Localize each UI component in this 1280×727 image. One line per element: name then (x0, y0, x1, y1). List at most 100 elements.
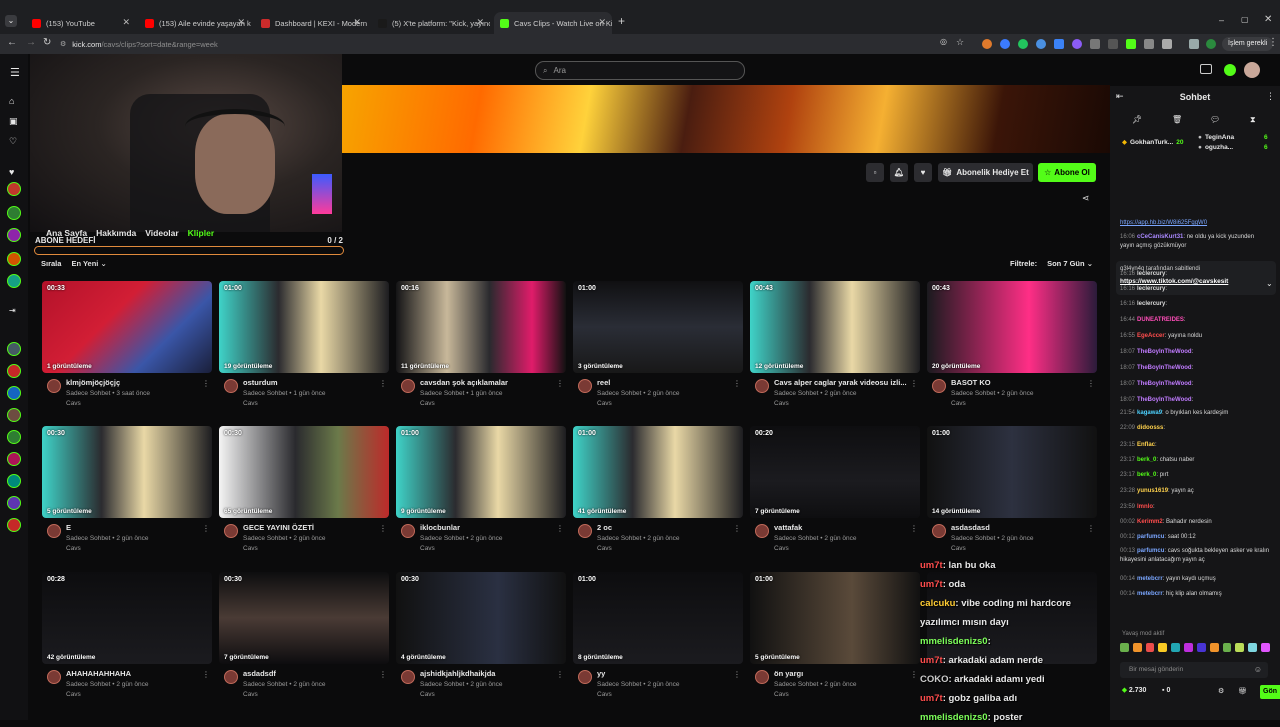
chat-settings-icon[interactable]: ⚙ (1218, 687, 1224, 695)
chat-username[interactable]: berk_0 (1137, 457, 1156, 463)
clip-title[interactable]: ajshidkjahljkdhaikjda (420, 669, 555, 678)
clip-channel[interactable]: Cavs (420, 545, 435, 552)
url-field[interactable]: ⚙ kick.com /cavs/clips?sort=date&range=w… (60, 37, 960, 51)
clip-channel[interactable]: Cavs (597, 545, 612, 552)
profile-avatar-icon[interactable] (1206, 39, 1216, 49)
followed-channel-avatar[interactable] (7, 518, 21, 532)
clip-title[interactable]: ön yargı (774, 669, 909, 678)
channel-avatar[interactable] (224, 524, 238, 538)
clip-channel[interactable]: Cavs (420, 400, 435, 407)
action-required-button[interactable]: İşlem gerekli (1222, 37, 1274, 51)
extension-icon[interactable] (1000, 39, 1010, 49)
emote-icon[interactable] (1184, 643, 1193, 652)
following-heart-icon[interactable]: ♡ (9, 136, 17, 147)
clip-channel[interactable]: Cavs (243, 691, 258, 698)
more-options-icon[interactable]: ⋮ (202, 524, 210, 533)
extension-icon[interactable] (1054, 39, 1064, 49)
followed-channel-avatar[interactable] (7, 364, 21, 378)
more-options-icon[interactable]: ⋮ (202, 670, 210, 679)
back-icon[interactable]: ← (7, 37, 17, 48)
extension-icon[interactable] (1090, 39, 1100, 49)
clip-title[interactable]: iklocbunlar (420, 523, 555, 532)
clip-title[interactable]: Cavs alper caglar yarak videosu izli... (774, 378, 909, 387)
chat-username[interactable]: leclercury (1137, 301, 1165, 307)
clip-channel[interactable]: Cavs (243, 400, 258, 407)
notification-button[interactable]: 🔔︎ (890, 163, 908, 182)
top-gifter[interactable]: ● TeginAna 6 (1198, 134, 1268, 141)
followed-channel-avatar[interactable] (7, 228, 21, 242)
clip-channel[interactable]: Cavs (951, 545, 966, 552)
channel-avatar[interactable] (401, 379, 415, 393)
followed-channel-avatar[interactable] (7, 452, 21, 466)
channel-avatar[interactable] (224, 379, 238, 393)
channel-avatar[interactable] (932, 379, 946, 393)
gift-icon[interactable]: 🎁︎ (1238, 687, 1247, 695)
extension-icon[interactable] (1108, 39, 1118, 49)
clip-thumbnail[interactable]: 01:00 5 görüntüleme (750, 572, 920, 664)
browser-tab[interactable]: Cavs Clips - Watch Live on Kick ✕ (494, 12, 612, 34)
menu-icon[interactable]: ☰ (10, 66, 20, 79)
more-options-icon[interactable]: ⋮ (1087, 379, 1095, 388)
channel-avatar[interactable] (578, 524, 592, 538)
clip-title[interactable]: vattafak (774, 523, 909, 532)
gift-icon[interactable] (1200, 64, 1212, 74)
search-input[interactable]: ⌕ Ara (535, 61, 745, 80)
channel-avatar[interactable] (755, 670, 769, 684)
chat-username[interactable]: Enflac (1137, 442, 1155, 448)
clip-thumbnail[interactable]: 01:00 19 görüntüleme (219, 281, 389, 373)
minimize-icon[interactable]: – (1219, 15, 1224, 25)
clip-title[interactable]: asdasdasd (951, 523, 1086, 532)
more-options-icon[interactable]: ⋮ (910, 524, 918, 533)
clip-title[interactable]: AHAHAHAHHAHA (66, 669, 201, 678)
clip-channel[interactable]: Cavs (66, 545, 81, 552)
extension-icon[interactable] (1189, 39, 1199, 49)
clip-thumbnail[interactable]: 01:00 9 görüntüleme (396, 426, 566, 518)
site-info-icon[interactable]: ⚙ (60, 40, 66, 48)
pinned-link[interactable]: https://www.tiktok.com/@cavskesit (1120, 278, 1228, 285)
clip-thumbnail[interactable]: 01:00 3 görüntüleme (573, 281, 743, 373)
chat-username[interactable]: TheBoyInTheWood (1137, 365, 1192, 371)
clip-channel[interactable]: Cavs (951, 400, 966, 407)
followed-channel-avatar[interactable] (7, 252, 21, 266)
chat-username[interactable]: leclercury (1137, 271, 1165, 277)
chat-username[interactable]: kagawa9 (1137, 410, 1162, 416)
chat-username[interactable]: yunus1619 (1137, 488, 1168, 494)
clip-title[interactable]: yy (597, 669, 732, 678)
filter-dropdown[interactable]: Son 7 Gün ⌄ (1047, 259, 1093, 268)
chat-username[interactable]: didoosss (1137, 425, 1163, 431)
top-gifter[interactable]: ● oguzha... 6 (1198, 144, 1268, 151)
clip-title[interactable]: E (66, 523, 201, 532)
clip-thumbnail[interactable]: 00:30 65 görüntüleme (219, 426, 389, 518)
chat-username[interactable]: EgeAccer (1137, 333, 1165, 339)
clip-thumbnail[interactable]: 00:33 1 görüntüleme (42, 281, 212, 373)
followed-channel-avatar[interactable] (7, 342, 21, 356)
forward-icon[interactable]: → (26, 37, 36, 48)
emote-icon[interactable] (1261, 643, 1270, 652)
browser-tab[interactable]: Dashboard | KEXI - Modern Str✕ (255, 12, 367, 34)
channel-avatar[interactable] (578, 670, 592, 684)
tab-search-icon[interactable]: ⌄ (5, 15, 17, 27)
chat-username[interactable]: lmnlo (1137, 504, 1153, 510)
extension-icon[interactable] (982, 39, 992, 49)
more-options-icon[interactable]: ⋮ (733, 670, 741, 679)
more-options-icon[interactable]: ⋮ (1087, 524, 1095, 533)
channel-avatar[interactable] (401, 524, 415, 538)
home-icon[interactable]: ⌂ (9, 96, 14, 106)
more-options-icon[interactable]: ⋮ (733, 379, 741, 388)
channel-avatar[interactable] (47, 670, 61, 684)
emote-icon[interactable] (1209, 643, 1219, 652)
clip-channel[interactable]: Cavs (774, 545, 789, 552)
kick-points-icon[interactable] (1224, 64, 1236, 76)
channel-avatar[interactable] (224, 670, 238, 684)
browser-tab[interactable]: (153) YouTube ✕ (26, 12, 136, 34)
chat-username[interactable]: TheBoyInTheWood (1137, 349, 1192, 355)
chat-menu-icon[interactable]: ⋮ (1266, 91, 1275, 102)
followed-channel-avatar[interactable] (7, 386, 21, 400)
more-options-icon[interactable]: ⋮ (556, 524, 564, 533)
more-options-icon[interactable]: ⋮ (733, 524, 741, 533)
extensions-puzzle-icon[interactable] (1162, 39, 1172, 49)
more-options-icon[interactable]: ⋮ (556, 670, 564, 679)
new-tab-icon[interactable]: + (618, 14, 625, 28)
close-tab-icon[interactable]: ✕ (237, 17, 245, 28)
extension-icon[interactable] (1036, 39, 1046, 49)
